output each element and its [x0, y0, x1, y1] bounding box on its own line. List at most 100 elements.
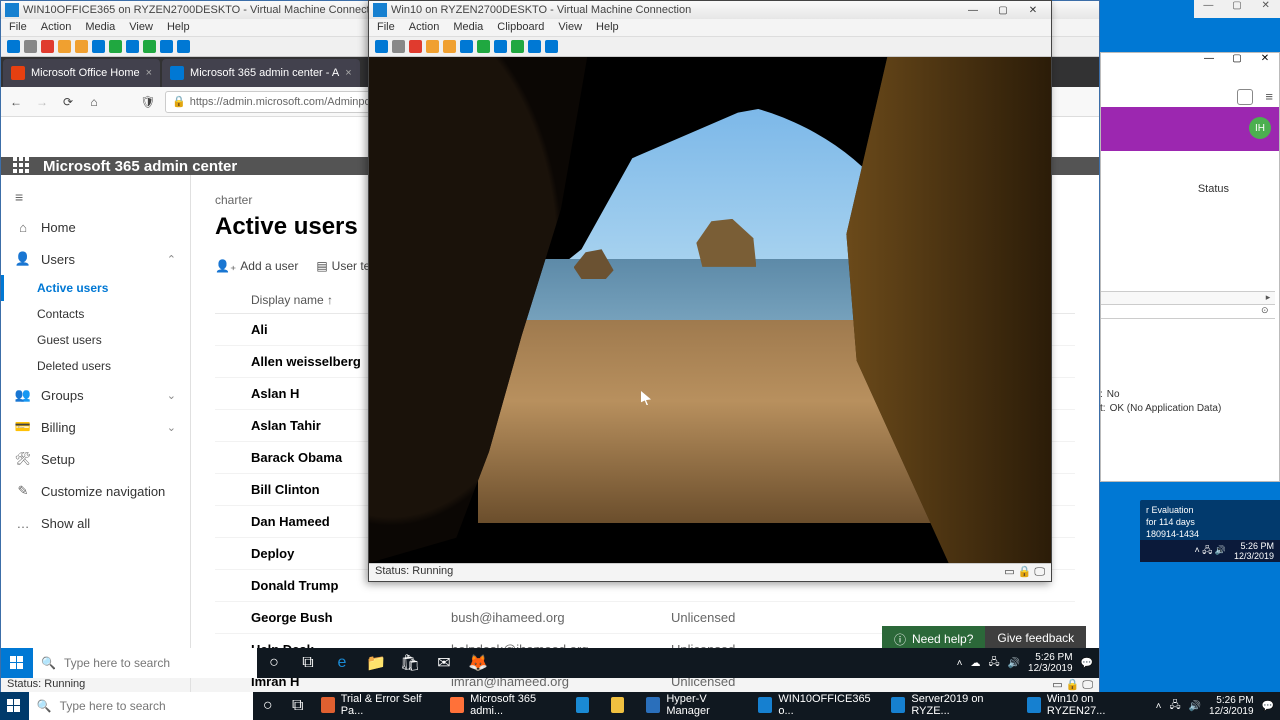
host-taskbar[interactable]: 🔍Type here to search ○ ⧉ Trial & Error S… — [0, 692, 1280, 720]
search-box[interactable]: 🔍Type here to search — [33, 648, 257, 678]
notifications-icon[interactable]: 💬 — [1262, 701, 1274, 712]
shutdown-icon[interactable] — [426, 40, 439, 53]
checkpoint-icon[interactable] — [494, 40, 507, 53]
menu-help[interactable]: Help — [167, 21, 190, 34]
maximize-button[interactable]: ▢ — [1223, 53, 1251, 64]
taskbar-item[interactable]: Server2019 on RYZE... — [883, 692, 1019, 720]
start-button[interactable] — [0, 692, 29, 720]
expand-icon[interactable]: ⊙ — [1261, 305, 1275, 318]
clock[interactable]: 5:26 PM12/3/2019 — [1028, 652, 1073, 674]
sidebar-sub-active-users[interactable]: Active users — [1, 275, 190, 301]
shutdown-icon[interactable] — [58, 40, 71, 53]
scroll-right-icon[interactable]: ▸ — [1261, 292, 1275, 304]
revert-icon[interactable] — [143, 40, 156, 53]
close-button[interactable]: ✕ — [1251, 53, 1279, 64]
menu-media[interactable]: Media — [85, 21, 115, 34]
start-button[interactable] — [1, 648, 33, 678]
sidebar-item-home[interactable]: ⌂Home — [1, 211, 190, 243]
edge-icon[interactable]: e — [325, 648, 359, 678]
hamburger-icon[interactable]: ≡ — [1, 183, 190, 211]
tray-chevron-icon[interactable]: ˄ — [957, 658, 963, 669]
taskbar-item[interactable] — [603, 692, 638, 720]
minimize-button[interactable]: — — [959, 2, 987, 18]
share-icon[interactable] — [545, 40, 558, 53]
minimize-button[interactable]: — — [1195, 53, 1223, 64]
close-tab-icon[interactable]: × — [146, 67, 152, 79]
menu-file[interactable]: File — [377, 21, 395, 34]
forward-button[interactable]: → — [33, 93, 51, 111]
toolbar-icon[interactable] — [392, 40, 405, 53]
mail-icon[interactable]: ✉ — [427, 648, 461, 678]
menu-help[interactable]: Help — [596, 21, 619, 34]
ctrl-alt-del-icon[interactable] — [375, 40, 388, 53]
avatar[interactable]: IH — [1249, 117, 1271, 139]
home-button[interactable]: ⌂ — [85, 93, 103, 111]
revert-icon[interactable] — [511, 40, 524, 53]
ctrl-alt-del-icon[interactable] — [7, 40, 20, 53]
add-user-button[interactable]: 👤₊Add a user — [215, 259, 298, 273]
stop-icon[interactable] — [41, 40, 54, 53]
pause-icon[interactable] — [460, 40, 473, 53]
vm-front-menubar[interactable]: File Action Media Clipboard View Help — [369, 19, 1051, 37]
menu-media[interactable]: Media — [453, 21, 483, 34]
menu-view[interactable]: View — [129, 21, 153, 34]
firefox-icon[interactable]: 🦊 — [461, 648, 495, 678]
menu-view[interactable]: View — [558, 21, 582, 34]
volume-icon[interactable]: 🔊 — [1008, 658, 1020, 669]
network-icon[interactable]: 🖧 — [1169, 698, 1180, 715]
peek-scroll-row[interactable]: ▸ — [1101, 291, 1275, 305]
taskbar-item[interactable]: Microsoft 365 admi... — [442, 692, 567, 720]
maximize-button[interactable]: ▢ — [1223, 0, 1252, 18]
taskbar-item[interactable]: WIN10OFFICE365 o... — [750, 692, 883, 720]
explorer-icon[interactable]: 📁 — [359, 648, 393, 678]
browser-menu-icon[interactable]: ≡ — [1265, 89, 1273, 104]
tab-admin-center[interactable]: Microsoft 365 admin center - A × — [162, 59, 360, 87]
tray-chevron-icon[interactable]: ˄ — [1156, 701, 1162, 712]
checkpoint-icon[interactable] — [126, 40, 139, 53]
menu-clipboard[interactable]: Clipboard — [497, 21, 544, 34]
close-tab-icon[interactable]: × — [345, 67, 351, 79]
notifications-icon[interactable]: 💬 — [1081, 658, 1093, 669]
save-icon[interactable] — [75, 40, 88, 53]
cortana-icon[interactable]: ○ — [253, 692, 283, 720]
sidebar-item-users[interactable]: 👤Users⌃ — [1, 243, 190, 275]
sidebar-item-groups[interactable]: 👥Groups⌄ — [1, 379, 190, 411]
taskbar-item[interactable]: Hyper-V Manager — [638, 692, 750, 720]
stop-icon[interactable] — [409, 40, 422, 53]
onedrive-icon[interactable]: ☁ — [970, 658, 980, 669]
peek-row-expand[interactable]: ⊙ — [1101, 305, 1275, 319]
close-button[interactable]: ✕ — [1019, 2, 1047, 18]
menu-action[interactable]: Action — [41, 21, 72, 34]
menu-file[interactable]: File — [9, 21, 27, 34]
share-icon[interactable] — [177, 40, 190, 53]
sidebar-item-customize[interactable]: ✎Customize navigation — [1, 475, 190, 507]
taskbar-item[interactable]: Trial & Error Self Pa... — [313, 692, 442, 720]
enh-session-icon[interactable] — [528, 40, 541, 53]
menu-action[interactable]: Action — [409, 21, 440, 34]
vm-front-titlebar[interactable]: Win10 on RYZEN2700DESKTO - Virtual Machi… — [369, 1, 1051, 19]
volume-icon[interactable]: 🔊 — [1189, 701, 1201, 712]
save-icon[interactable] — [443, 40, 456, 53]
sidebar-sub-guest[interactable]: Guest users — [1, 327, 190, 353]
system-tray[interactable]: ˄ 🖧 🔊 5:26 PM12/3/2019 💬 — [1150, 695, 1280, 717]
system-tray[interactable]: ˄ ☁ 🖧 🔊 5:26 PM12/3/2019 💬 — [951, 652, 1099, 674]
network-icon[interactable]: 🖧 — [988, 655, 999, 672]
taskview-icon[interactable]: ⧉ — [291, 648, 325, 678]
taskbar-item[interactable]: Win10 on RYZEN27... — [1019, 692, 1150, 720]
enh-session-icon[interactable] — [160, 40, 173, 53]
toolbar-icon[interactable] — [24, 40, 37, 53]
vm-front-toolbar[interactable] — [369, 37, 1051, 57]
taskview-icon[interactable]: ⧉ — [283, 692, 313, 720]
tray-icons[interactable]: ˄ 🖧 🔊 — [1194, 543, 1226, 559]
back-button[interactable]: ← — [7, 93, 25, 111]
sidebar-sub-deleted[interactable]: Deleted users — [1, 353, 190, 379]
reload-button[interactable]: ⟳ — [59, 93, 77, 111]
maximize-button[interactable]: ▢ — [989, 2, 1017, 18]
store-icon[interactable]: 🛍 — [393, 648, 427, 678]
minimize-button[interactable]: — — [1194, 0, 1223, 18]
sidebar-item-showall[interactable]: …Show all — [1, 507, 190, 539]
sidebar-item-setup[interactable]: 🛠Setup — [1, 443, 190, 475]
search-box[interactable]: 🔍Type here to search — [29, 692, 253, 720]
cortana-icon[interactable]: ○ — [257, 648, 291, 678]
app-launcher-icon[interactable] — [13, 157, 31, 175]
